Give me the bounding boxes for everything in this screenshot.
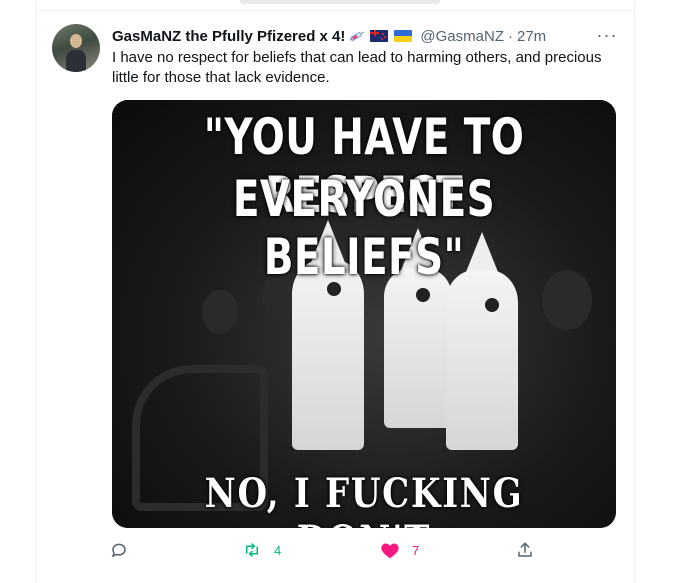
heart-icon [380, 541, 400, 559]
syringe-icon [348, 29, 366, 43]
more-options-button[interactable]: ··· [596, 24, 618, 46]
share-icon [516, 541, 534, 559]
share-button[interactable] [516, 538, 534, 562]
media-robe-shape [446, 270, 518, 450]
like-count: 7 [412, 542, 420, 558]
tweet-text: I have no respect for beliefs that can l… [112, 49, 602, 86]
avatar-head [70, 34, 82, 48]
new-zealand-flag-icon [370, 30, 389, 42]
tweet-actions: 4 7 [110, 538, 540, 562]
tweet-header: GasMaNZ the Pfully Pfizered x 4! @GasmaN… [112, 26, 546, 46]
like-button[interactable]: 7 [380, 538, 419, 562]
retweet-button[interactable]: 4 [242, 538, 281, 562]
tweet-media-image[interactable]: "YOU HAVE TO RESPECT EVERYONES BELIEFS" … [112, 100, 616, 528]
media-emblem-shape [483, 296, 501, 314]
retweet-icon [242, 541, 262, 559]
timestamp[interactable]: 27m [517, 28, 546, 45]
handle[interactable]: @GasmaNZ [420, 28, 504, 45]
avatar[interactable] [52, 24, 100, 72]
reply-icon [110, 541, 128, 559]
timeline-border-left [36, 0, 37, 583]
avatar-figure [66, 50, 86, 72]
media-crowd-figure [202, 290, 238, 334]
display-name[interactable]: GasMaNZ the Pfully Pfizered x 4! [112, 28, 345, 45]
meme-caption-top-line2: EVERYONES BELIEFS" [232, 170, 496, 286]
tweet-divider [36, 10, 634, 11]
retweet-count: 4 [274, 542, 282, 558]
separator-dot: · [507, 27, 513, 45]
reply-button[interactable] [110, 538, 140, 562]
ukraine-flag-icon [394, 30, 413, 42]
media-emblem-shape [414, 286, 432, 304]
timeline-border-right [634, 0, 635, 583]
previous-tweet-edge [240, 0, 440, 4]
meme-caption-bottom: NO, I FUCKING DON'T [204, 470, 524, 528]
